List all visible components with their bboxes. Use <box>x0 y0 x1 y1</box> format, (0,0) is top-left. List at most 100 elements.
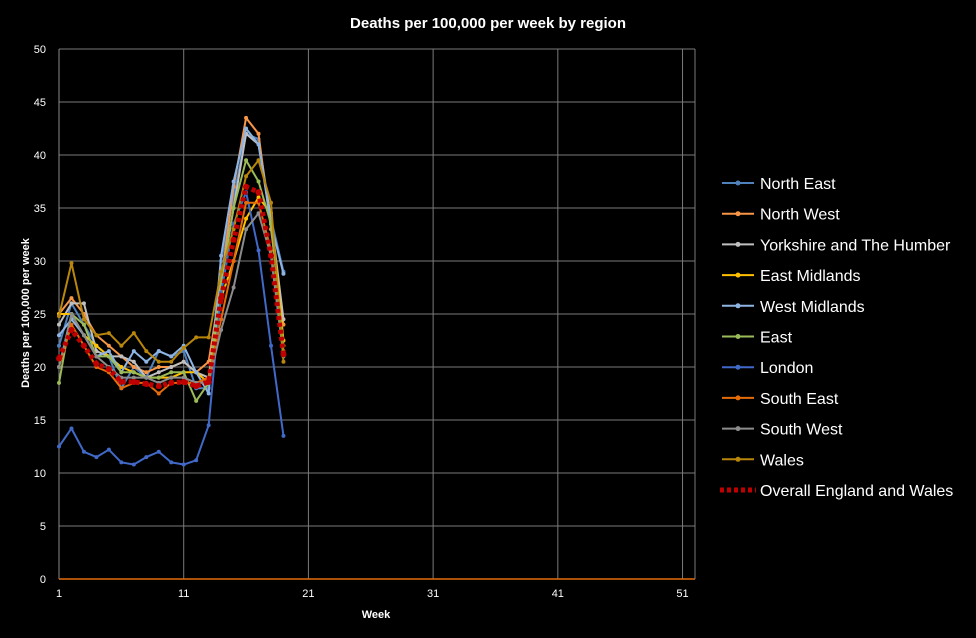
data-point <box>94 455 99 460</box>
data-point <box>106 343 111 348</box>
data-point <box>93 360 100 367</box>
data-point <box>69 301 74 306</box>
data-point <box>205 378 212 385</box>
data-point <box>94 343 99 348</box>
data-point <box>168 379 175 386</box>
legend-marker <box>735 180 741 186</box>
x-tick-label: 1 <box>56 588 62 600</box>
data-point <box>218 295 225 302</box>
y-tick-label: 30 <box>34 256 46 268</box>
data-point <box>130 378 137 385</box>
data-point <box>131 365 136 369</box>
data-point <box>57 444 61 449</box>
y-tick-label: 35 <box>34 203 46 215</box>
data-point <box>81 301 86 306</box>
data-point <box>94 333 99 338</box>
y-tick-label: 10 <box>34 468 46 480</box>
legend-label: Overall England and Wales <box>760 483 953 500</box>
data-point <box>156 370 161 375</box>
legend-marker <box>735 303 741 309</box>
data-point <box>219 253 224 258</box>
data-point <box>194 370 199 375</box>
data-point <box>144 359 149 364</box>
data-point <box>193 383 200 390</box>
legend-label: Wales <box>760 452 804 469</box>
data-point <box>231 179 236 184</box>
y-tick-label: 50 <box>34 44 46 56</box>
data-point <box>69 426 74 431</box>
data-point <box>194 398 199 403</box>
data-point <box>156 365 161 369</box>
data-point <box>106 447 111 452</box>
y-tick-label: 25 <box>34 309 46 321</box>
data-point <box>81 449 86 454</box>
data-point <box>194 335 199 340</box>
data-point <box>56 355 62 362</box>
data-point <box>281 271 286 276</box>
chart-title: Deaths per 100,000 per week by region <box>350 15 626 32</box>
data-point <box>169 359 174 364</box>
legend-label: Yorkshire and The Humber <box>760 237 951 254</box>
data-point <box>256 248 261 253</box>
y-tick-label: 0 <box>40 574 46 586</box>
data-point <box>206 391 211 396</box>
data-point <box>69 261 74 266</box>
data-point <box>243 183 250 190</box>
data-point <box>181 370 186 375</box>
x-tick-label: 11 <box>178 588 189 600</box>
data-point <box>81 322 86 327</box>
data-point <box>244 115 249 120</box>
data-point <box>155 383 162 390</box>
x-axis-label: Week <box>362 609 391 621</box>
legend-label: North West <box>760 207 840 224</box>
legend-marker <box>735 364 741 370</box>
data-point <box>156 449 161 454</box>
data-point <box>206 335 211 340</box>
legend-marker <box>735 456 741 462</box>
data-point <box>57 314 61 319</box>
y-tick-label: 20 <box>34 362 46 374</box>
data-point <box>231 259 236 263</box>
data-point <box>144 349 149 354</box>
data-point <box>281 433 286 438</box>
data-point <box>244 158 249 163</box>
data-point <box>281 359 286 364</box>
y-tick-label: 15 <box>34 415 46 427</box>
legend-label: South East <box>760 391 839 408</box>
data-point <box>169 375 174 380</box>
legend-marker <box>735 241 741 247</box>
data-point <box>118 378 125 385</box>
legend-marker <box>735 334 741 339</box>
data-point <box>181 345 186 350</box>
legend-label: East <box>760 330 793 347</box>
x-tick-label: 41 <box>552 588 564 600</box>
data-point <box>57 322 61 327</box>
data-point <box>156 375 161 380</box>
legend-label: North East <box>760 176 836 193</box>
data-point <box>230 236 237 243</box>
data-point <box>94 354 99 359</box>
x-tick-label: 51 <box>676 588 688 600</box>
data-point <box>81 317 86 322</box>
y-tick-label: 5 <box>40 521 46 533</box>
legend-marker <box>735 211 741 217</box>
data-point <box>280 351 287 358</box>
data-point <box>269 200 273 205</box>
x-tick-label: 31 <box>427 588 439 600</box>
data-point <box>131 462 136 467</box>
data-point <box>219 269 224 274</box>
data-point <box>68 326 75 333</box>
data-point <box>256 211 261 216</box>
legend-label: South West <box>760 422 843 439</box>
data-point <box>231 206 236 210</box>
data-point <box>231 285 236 290</box>
data-point <box>156 359 161 364</box>
data-point <box>131 359 136 364</box>
data-point <box>57 333 61 338</box>
data-point <box>256 158 261 163</box>
y-tick-label: 40 <box>34 150 46 162</box>
data-point <box>144 375 149 380</box>
data-point <box>81 333 86 338</box>
data-point <box>131 331 136 336</box>
data-point <box>219 327 224 332</box>
